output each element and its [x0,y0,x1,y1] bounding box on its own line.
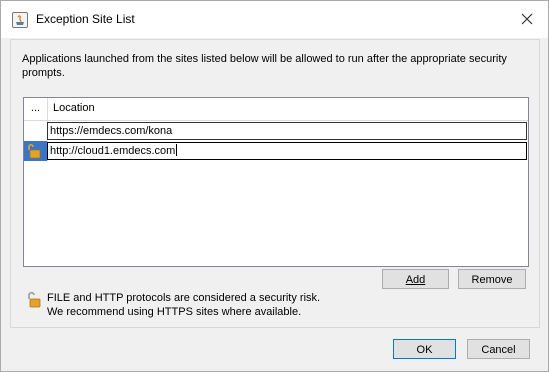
add-button[interactable]: Add [382,269,449,289]
close-button[interactable] [516,9,538,29]
exception-site-list-dialog: Exception Site List Applications launche… [0,0,549,372]
close-icon [521,13,533,25]
row-icon-cell [24,141,48,161]
cancel-button[interactable]: Cancel [467,339,530,359]
java-app-icon [12,12,28,28]
ok-button[interactable]: OK [393,339,456,359]
column-header-location[interactable]: Location [53,102,95,114]
location-edit-text: http://cloud1.emdecs.com [50,145,176,157]
table-header: ... Location [24,98,528,121]
text-caret [176,144,178,156]
column-header-icon[interactable]: ... [24,98,48,120]
security-warning: FILE and HTTP protocols are considered a… [47,291,320,319]
title-bar: Exception Site List [1,1,548,38]
cancel-button-label: Cancel [481,344,516,356]
add-button-label: Add [405,274,426,286]
dialog-title: Exception Site List [36,12,135,26]
location-edit-field[interactable]: http://cloud1.emdecs.com [47,142,527,160]
remove-button[interactable]: Remove [458,269,526,289]
dialog-content: Applications launched from the sites lis… [10,39,540,328]
row-icon-cell [24,121,48,141]
description-text: Applications launched from the sites lis… [22,53,507,79]
remove-button-label: Remove [471,274,513,286]
table-row[interactable]: https://emdecs.com/kona [24,121,528,141]
ok-button-label: OK [416,344,433,356]
table-row[interactable]: http://cloud1.emdecs.com [24,141,528,161]
location-cell[interactable]: https://emdecs.com/kona [47,122,527,140]
warning-line-2: We recommend using HTTPS sites where ava… [47,306,302,318]
unlocked-padlock-icon [28,143,41,159]
unlocked-padlock-icon [26,290,42,310]
site-list-table[interactable]: ... Location https://emdecs.com/kona htt… [23,97,529,267]
warning-line-1: FILE and HTTP protocols are considered a… [47,292,321,304]
